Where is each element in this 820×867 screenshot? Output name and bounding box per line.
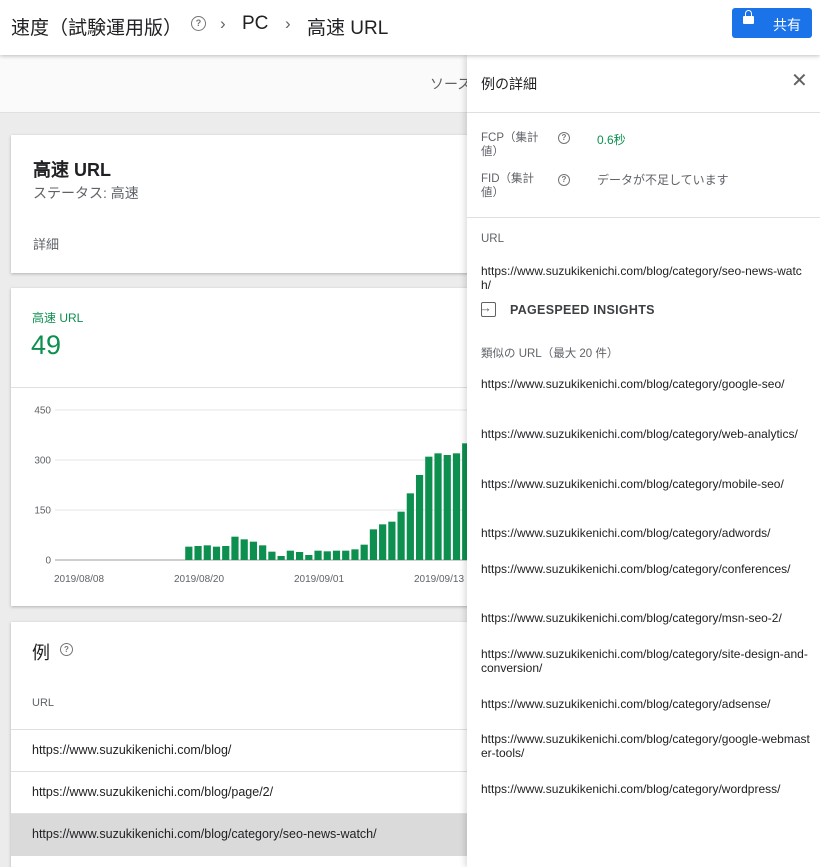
chevron-right-icon: ›: [285, 14, 291, 33]
chart-bar: [360, 544, 368, 560]
chart-bar: [415, 475, 424, 560]
similar-url-link[interactable]: https://www.suzukikenichi.com/blog/categ…: [481, 526, 811, 540]
chart-bar: [203, 545, 211, 560]
breadcrumb-device[interactable]: PC: [242, 13, 268, 35]
help-icon[interactable]: ?: [558, 132, 570, 144]
share-button-label: 共有: [773, 17, 801, 33]
similar-urls-label: 類似の URL（最大 20 件）: [481, 348, 619, 360]
divider: [467, 217, 820, 218]
table-row[interactable]: https://www.suzukikenichi.com/blog/page/…: [11, 771, 471, 814]
x-tick-label: 2019/09/13: [414, 574, 464, 585]
y-tick-label: 150: [34, 506, 51, 517]
chart-bar: [222, 546, 230, 560]
chart-bar: [249, 541, 258, 560]
x-tick-label: 2019/09/01: [294, 574, 344, 585]
source-label: ソース: [430, 76, 472, 92]
row-url: https://www.suzukikenichi.com/blog/: [32, 743, 232, 757]
similar-url-link[interactable]: https://www.suzukikenichi.com/blog/categ…: [481, 427, 811, 441]
metric-value-fid: データが不足しています: [597, 173, 729, 187]
chart-bar: [212, 546, 221, 560]
example-details-panel: 例の詳細 ✕ FCP（集計値） ? 0.6秒 FID（集計値） ? データが不足…: [467, 55, 820, 867]
chart-bar: [240, 539, 248, 560]
chart-bar: [332, 550, 341, 560]
close-icon[interactable]: ✕: [791, 71, 808, 91]
help-icon[interactable]: ?: [60, 643, 73, 656]
chart-bar: [305, 555, 313, 560]
open-in-icon: [479, 300, 496, 317]
y-tick-label: 300: [34, 456, 51, 467]
table-row[interactable]: https://www.suzukikenichi.com/blog/: [11, 729, 471, 772]
divider: [467, 112, 820, 113]
chart-bar: [286, 550, 294, 560]
lock-icon: [743, 10, 754, 24]
details-label: 詳細: [33, 237, 60, 252]
similar-url-link[interactable]: https://www.suzukikenichi.com/blog/categ…: [481, 732, 811, 760]
breadcrumb-current: 高速 URL: [307, 18, 389, 39]
metric-label-fid: FID（集計値）: [481, 173, 535, 199]
help-icon[interactable]: ?: [191, 16, 206, 31]
examples-title: 例: [32, 643, 50, 663]
metric-value-fcp: 0.6秒: [597, 133, 626, 147]
similar-url-link[interactable]: https://www.suzukikenichi.com/blog/categ…: [481, 782, 811, 796]
chart-bar: [194, 546, 202, 560]
chart-bar: [388, 521, 396, 560]
similar-url-link[interactable]: https://www.suzukikenichi.com/blog/categ…: [481, 477, 811, 491]
metric-label-fcp: FCP（集計値）: [481, 132, 539, 158]
x-tick-label: 2019/08/20: [174, 574, 224, 585]
chart-bar: [443, 455, 451, 560]
chart-bar: [397, 511, 405, 560]
help-icon[interactable]: ?: [558, 174, 570, 186]
similar-url-link[interactable]: https://www.suzukikenichi.com/blog/categ…: [481, 562, 811, 576]
status-text: ステータス: 高速: [33, 185, 139, 201]
chart-bar: [268, 551, 276, 560]
y-tick-label: 450: [34, 406, 51, 417]
fast-url-count: 49: [31, 330, 62, 360]
table-row-selected[interactable]: https://www.suzukikenichi.com/blog/categ…: [11, 813, 471, 856]
chart-bar: [323, 551, 331, 560]
chart-bar: [295, 552, 304, 560]
status-card-title: 高速 URL: [33, 160, 111, 180]
status-card: 高速 URL ステータス: 高速 詳細: [11, 135, 471, 273]
chart-bar: [185, 546, 193, 560]
chevron-right-icon: ›: [220, 14, 226, 33]
similar-url-link[interactable]: https://www.suzukikenichi.com/blog/categ…: [481, 377, 811, 391]
fast-url-chart: 450 300 150 02019/08/08 2019/08/20 2019/09/01…: [34, 406, 471, 585]
column-header-url: URL: [32, 697, 55, 709]
chart-bar: [342, 550, 350, 560]
y-tick-label: 0: [45, 556, 51, 567]
examples-card: 例 ? URL https://www.suzukikenichi.com/bl…: [11, 622, 471, 867]
chart-bar: [259, 545, 267, 560]
chart-bar: [351, 549, 359, 560]
similar-url-link[interactable]: https://www.suzukikenichi.com/blog/categ…: [481, 697, 811, 711]
chart-bar: [379, 524, 387, 560]
selected-url: https://www.suzukikenichi.com/blog/categ…: [481, 264, 802, 292]
chart-bar: [277, 556, 285, 560]
similar-url-link[interactable]: https://www.suzukikenichi.com/blog/categ…: [481, 611, 811, 625]
top-bar: 速度（試験運用版） ? › PC › 高速 URL 共有: [0, 0, 820, 55]
x-tick-label: 2019/08/08: [54, 574, 104, 585]
row-url: https://www.suzukikenichi.com/blog/page/…: [32, 785, 274, 799]
chart-bar: [369, 529, 378, 560]
pagespeed-insights-label: PAGESPEED INSIGHTS: [510, 303, 655, 317]
share-button[interactable]: 共有: [732, 8, 812, 38]
url-label: URL: [481, 233, 505, 245]
chart-card: 高速 URL 49 450 300 150 0 2019/08/08 2019/08/20…: [11, 288, 471, 606]
breadcrumb-report-title[interactable]: 速度（試験運用版）: [11, 13, 182, 40]
chart-bar: [314, 550, 322, 560]
chart-bar: [425, 456, 433, 560]
chart-bar: [452, 453, 461, 560]
panel-title: 例の詳細: [481, 76, 537, 92]
similar-url-link[interactable]: https://www.suzukikenichi.com/blog/categ…: [481, 647, 811, 675]
chart-bar: [406, 493, 414, 560]
chart-bar: [434, 453, 442, 560]
chart-series-label: 高速 URL: [32, 311, 84, 325]
chart-bar: [231, 536, 239, 560]
row-url: https://www.suzukikenichi.com/blog/categ…: [32, 827, 377, 841]
